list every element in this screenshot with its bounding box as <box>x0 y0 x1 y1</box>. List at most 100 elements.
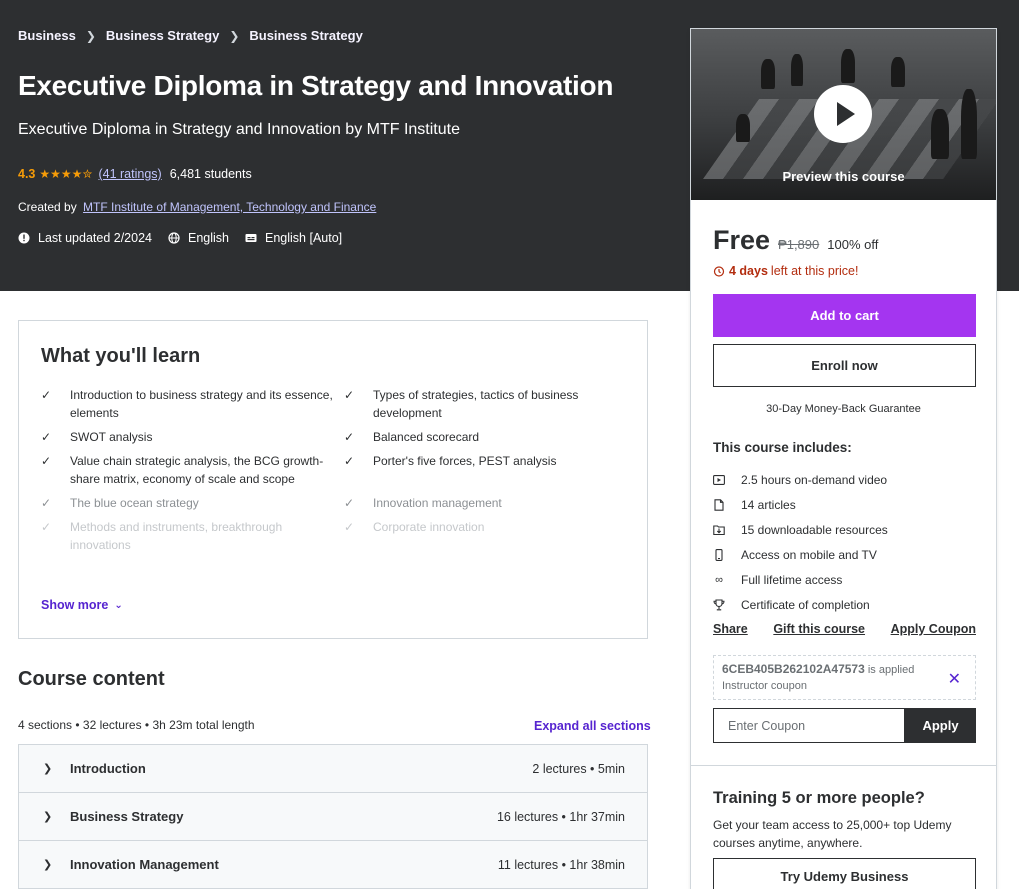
section-row[interactable]: ❯ Innovation Management 11 lectures • 1h… <box>19 841 647 889</box>
section-name: Introduction <box>70 761 146 776</box>
learn-item: ✓ Introduction to business strategy and i… <box>41 388 333 420</box>
add-to-cart-button[interactable]: Add to cart <box>713 294 976 337</box>
last-updated: Last updated 2/2024 <box>18 231 152 245</box>
check-icon: ✓ <box>41 520 52 534</box>
coupon-code: 6CEB405B262102A47573 <box>722 662 865 676</box>
rating-value: 4.3 <box>18 167 36 181</box>
breadcrumb-item[interactable]: Business Strategy <box>249 28 362 43</box>
infinity-icon: ∞ <box>715 573 723 586</box>
star-rating-icon: ★★★★✮ <box>39 167 93 181</box>
share-button[interactable]: Share <box>713 622 748 636</box>
check-icon: ✓ <box>344 388 355 402</box>
includes-item: 15 downloadable resources <box>713 517 888 542</box>
chevron-down-icon: ⌄ <box>114 599 123 611</box>
current-price: Free <box>713 225 771 255</box>
coupon-type: Instructor coupon <box>722 680 807 692</box>
chevron-down-icon: ❯ <box>43 763 53 775</box>
includes-item: 14 articles <box>713 492 888 517</box>
breadcrumb-item[interactable]: Business <box>18 28 76 43</box>
coupon-input[interactable] <box>713 708 905 743</box>
section-info: 16 lectures • 1hr 37min <box>496 809 625 824</box>
learn-item: ✓ The blue ocean strategy <box>41 496 199 510</box>
section-name: Business Strategy <box>70 809 184 824</box>
includes-title: This course includes: <box>713 440 852 455</box>
gift-course-button[interactable]: Gift this course <box>773 622 865 636</box>
discount-percent: 100% off <box>827 237 879 252</box>
course-meta: Last updated 2/2024 English English [Aut… <box>18 231 358 245</box>
check-icon: ✓ <box>344 496 355 510</box>
chess-piece <box>961 89 977 159</box>
includes-item: ∞ Full lifetime access <box>713 567 888 592</box>
sections-list: ❯ Introduction 2 lectures • 5min ❯ Busin… <box>18 744 648 889</box>
learn-item: ✓ SWOT analysis <box>41 430 153 444</box>
check-icon: ✓ <box>344 430 355 444</box>
course-preview-video[interactable]: Preview this course <box>691 29 996 200</box>
breadcrumb-item[interactable]: Business Strategy <box>106 28 219 43</box>
trophy-icon <box>713 598 725 610</box>
includes-item: Access on mobile and TV <box>713 542 888 567</box>
video-icon <box>713 474 725 485</box>
instructor-link[interactable]: MTF Institute of Management, Technology … <box>83 200 376 214</box>
ratings-count-link[interactable]: (41 ratings) <box>98 167 161 181</box>
original-price: ₱1,890 <box>778 237 820 252</box>
breadcrumb: Business ❯ Business Strategy ❯ Business … <box>18 28 363 43</box>
remove-coupon-close-icon[interactable]: ✕ <box>948 669 961 689</box>
section-info: 2 lectures • 5min <box>532 761 625 776</box>
chess-piece <box>791 54 803 86</box>
show-more-button[interactable]: Show more ⌄ <box>41 598 123 612</box>
try-udemy-business-button[interactable]: Try Udemy Business <box>713 858 976 889</box>
includes-item: 2.5 hours on-demand video <box>713 467 888 492</box>
expand-all-sections-button[interactable]: Expand all sections <box>534 719 651 733</box>
price-timer: 4 days left at this price! <box>713 264 858 278</box>
rating-row: 4.3 ★★★★✮ (41 ratings) 6,481 students <box>18 167 252 181</box>
check-icon: ✓ <box>344 520 355 534</box>
training-title: Training 5 or more people? <box>713 789 925 807</box>
learn-list: ✓ Introduction to business strategy and i… <box>41 386 631 554</box>
learn-item: ✓ Types of strategies, tactics of busines… <box>344 388 579 420</box>
mobile-icon <box>715 548 723 561</box>
enroll-now-button[interactable]: Enroll now <box>713 344 976 387</box>
course-content-summary: 4 sections • 32 lectures • 3h 23m total … <box>18 718 255 732</box>
section-row[interactable]: ❯ Business Strategy 16 lectures • 1hr 37… <box>19 793 647 841</box>
money-back-guarantee: 30-Day Money-Back Guarantee <box>766 403 921 415</box>
download-icon <box>713 524 725 535</box>
captions: English [Auto] <box>245 231 342 245</box>
section-name: Innovation Management <box>70 857 219 872</box>
check-icon: ✓ <box>41 430 52 444</box>
applied-coupon-box: 6CEB405B262102A47573 is applied Instruct… <box>713 655 976 700</box>
chess-piece <box>891 57 905 87</box>
chess-piece <box>931 109 949 159</box>
apply-coupon-button[interactable]: Apply Coupon <box>891 622 976 636</box>
chess-piece <box>736 114 750 142</box>
chevron-down-icon: ❯ <box>43 859 53 871</box>
coupon-form: Apply <box>713 708 976 743</box>
check-icon: ✓ <box>41 496 52 510</box>
purchase-card: Preview this course Free ₱1,890 100% off… <box>690 28 997 889</box>
language: English <box>168 231 229 245</box>
timer-text: left at this price! <box>770 264 859 278</box>
timer-days: 4 days <box>729 264 768 278</box>
alert-badge-icon <box>18 232 30 244</box>
what-you-learn-box: What you'll learn ✓ Introduction to busin… <box>18 320 648 639</box>
includes-item: Certificate of completion <box>713 592 888 617</box>
section-info: 11 lectures • 1hr 38min <box>497 857 625 872</box>
price-row: Free ₱1,890 100% off <box>713 225 878 256</box>
coupon-apply-button[interactable]: Apply <box>905 708 976 743</box>
created-label: Created by <box>18 200 77 214</box>
play-icon[interactable] <box>814 85 872 143</box>
learn-item: ✓ Value chain strategic analysis, the BCG… <box>41 454 324 486</box>
learn-item: ✓ Methods and instruments, breakthrough i… <box>41 520 283 552</box>
check-icon: ✓ <box>344 454 355 468</box>
globe-icon <box>168 232 180 244</box>
article-icon <box>714 498 724 511</box>
closed-captions-icon <box>245 234 257 242</box>
check-icon: ✓ <box>41 454 52 468</box>
section-row[interactable]: ❯ Introduction 2 lectures • 5min <box>19 745 647 793</box>
learn-item: ✓ Balanced scorecard <box>344 430 480 444</box>
alarm-clock-icon <box>713 266 725 277</box>
training-description: Get your team access to 25,000+ top Udem… <box>713 818 952 850</box>
learn-title: What you'll learn <box>41 345 201 367</box>
check-icon: ✓ <box>41 388 52 402</box>
includes-list: 2.5 hours on-demand video 14 articles 15… <box>713 467 888 617</box>
divider <box>691 765 996 766</box>
